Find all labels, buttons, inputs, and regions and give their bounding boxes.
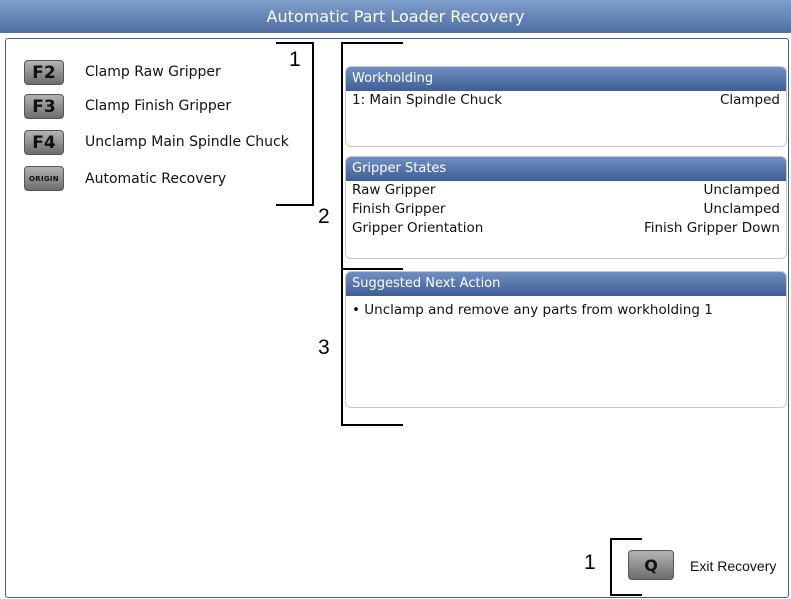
gripper-row: Gripper Orientation Finish Gripper Down xyxy=(346,219,786,238)
suggested-action-section: Suggested Next Action • Unclamp and remo… xyxy=(345,271,787,408)
exit-recovery-button[interactable]: Q xyxy=(628,550,674,580)
suggested-action-header: Suggested Next Action xyxy=(346,272,786,296)
callout-number-2: 2 xyxy=(318,205,330,228)
gripper-row: Finish Gripper Unclamped xyxy=(346,200,786,219)
window-title-bar: Automatic Part Loader Recovery xyxy=(0,0,791,33)
callout-bracket-2 xyxy=(341,42,403,270)
workholding-row: 1: Main Spindle Chuck Clamped xyxy=(346,91,786,110)
workholding-section: Workholding 1: Main Spindle Chuck Clampe… xyxy=(345,66,787,147)
workholding-value: Clamped xyxy=(719,92,780,108)
suggested-action-text: • Unclamp and remove any parts from work… xyxy=(352,302,713,318)
f4-key[interactable]: F4 xyxy=(24,130,64,155)
window-title: Automatic Part Loader Recovery xyxy=(266,7,525,26)
callout-bracket-3 xyxy=(341,266,403,426)
gripper-states-header: Gripper States xyxy=(346,157,786,181)
f3-key[interactable]: F3 xyxy=(24,94,64,119)
unclamp-main-spindle-chuck-label: Unclamp Main Spindle Chuck xyxy=(85,134,289,150)
f2-key[interactable]: F2 xyxy=(24,60,64,85)
origin-key[interactable]: ORIGIN xyxy=(24,166,64,191)
suggested-action-row: • Unclamp and remove any parts from work… xyxy=(346,300,786,320)
exit-recovery-label: Exit Recovery xyxy=(690,558,777,574)
gripper-states-section: Gripper States Raw Gripper Unclamped Fin… xyxy=(345,156,787,259)
clamp-raw-gripper-label: Clamp Raw Gripper xyxy=(85,64,221,80)
gripper-value: Finish Gripper Down xyxy=(643,220,780,236)
workholding-header: Workholding xyxy=(346,67,786,91)
gripper-value: Unclamped xyxy=(703,201,780,217)
callout-number-3: 3 xyxy=(318,336,330,359)
gripper-value: Unclamped xyxy=(703,182,780,198)
callout-number-exit: 1 xyxy=(584,551,596,574)
clamp-finish-gripper-label: Clamp Finish Gripper xyxy=(85,98,232,114)
gripper-row: Raw Gripper Unclamped xyxy=(346,181,786,200)
callout-number-1: 1 xyxy=(289,48,301,71)
automatic-recovery-label: Automatic Recovery xyxy=(85,171,227,187)
